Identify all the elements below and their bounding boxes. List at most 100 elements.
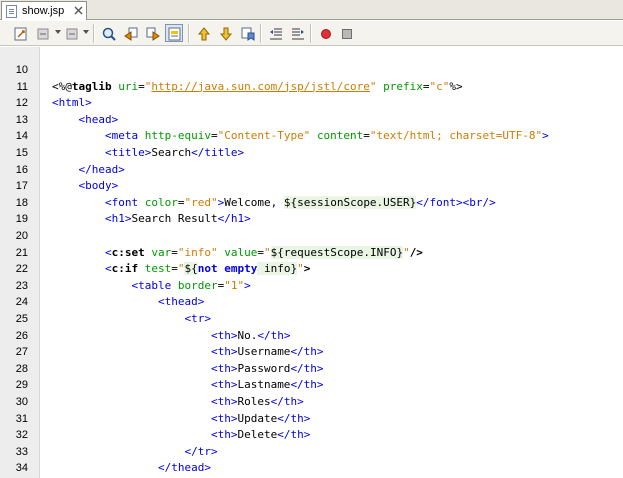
line-number: 32 xyxy=(15,429,28,442)
shift-right-icon[interactable] xyxy=(288,24,306,42)
next-bookmark-icon[interactable] xyxy=(216,24,234,42)
code-line[interactable]: 22 <c:if test="${not empty info}"> xyxy=(0,261,623,278)
code-line[interactable]: 31 <th>Update</th> xyxy=(0,411,623,428)
code-line[interactable]: 21 <c:set var="info" value="${requestSco… xyxy=(0,245,623,262)
code-token: <meta xyxy=(104,129,139,143)
toolbar-separator xyxy=(260,24,261,43)
record-macro-icon[interactable] xyxy=(316,24,334,42)
find-previous-icon[interactable] xyxy=(121,24,139,42)
code-text: <thead> xyxy=(52,294,204,311)
code-line[interactable]: 14 <meta http-equiv="Content-Type" conte… xyxy=(0,128,623,145)
code-line[interactable]: 10 xyxy=(0,62,623,79)
code-line[interactable]: 11 <%@taglib uri="http://java.sun.com/jsp… xyxy=(0,79,623,96)
code-token: ${sessionScope.USER} xyxy=(283,195,417,209)
line-number: 13 xyxy=(15,113,28,126)
code-token: test xyxy=(144,262,172,276)
code-line[interactable]: 32 <th>Delete</th> xyxy=(0,427,623,444)
code-line[interactable]: 20 xyxy=(0,228,623,245)
code-token: value xyxy=(224,245,258,259)
code-token: color xyxy=(144,195,178,209)
code-token: </head> xyxy=(78,162,125,176)
code-token: > xyxy=(244,278,251,292)
tab-title: show.jsp xyxy=(22,5,65,17)
code-token: > xyxy=(542,129,549,143)
find-selection-icon[interactable] xyxy=(99,24,117,42)
code-text: </tr> xyxy=(52,444,217,461)
close-icon[interactable] xyxy=(74,6,83,15)
code-token: < xyxy=(104,245,112,259)
code-token: <font xyxy=(104,195,139,209)
code-line[interactable]: 30 <th>Roles</th> xyxy=(0,394,623,411)
last-edit-icon[interactable] xyxy=(11,24,29,42)
code-line[interactable]: 19 <h1>Search Result</h1> xyxy=(0,211,623,228)
tab-show-jsp[interactable]: show.jsp xyxy=(1,1,87,20)
toggle-bookmark-icon[interactable] xyxy=(238,24,256,42)
code-text: <font color="red">Welcome, ${sessionScop… xyxy=(52,195,496,212)
code-line[interactable]: 26 <th>No.</th> xyxy=(0,328,623,345)
code-text: <title>Search</title> xyxy=(52,145,244,162)
code-line[interactable]: 17 <body> xyxy=(0,178,623,195)
back-dropdown-icon[interactable] xyxy=(55,30,61,34)
code-token: </th> xyxy=(290,378,324,392)
line-number: 22 xyxy=(15,263,28,276)
code-line[interactable]: 16 </head> xyxy=(0,162,623,179)
code-text: <html> xyxy=(52,95,92,112)
toolbar-separator xyxy=(310,24,311,43)
code-line[interactable]: 29 <th>Lastname</th> xyxy=(0,377,623,394)
code-line[interactable]: 23 <table border="1"> xyxy=(0,278,623,295)
code-token: <%@ xyxy=(52,79,72,93)
code-token: </th> xyxy=(290,345,324,359)
toggle-highlight-icon[interactable] xyxy=(165,24,183,42)
code-line[interactable]: 24 <thead> xyxy=(0,294,623,311)
code-text: <head> xyxy=(52,112,119,129)
back-icon[interactable] xyxy=(34,24,52,42)
code-token: </title> xyxy=(191,146,245,159)
line-number: 20 xyxy=(15,230,28,242)
shift-left-icon[interactable] xyxy=(266,24,284,42)
code-line[interactable]: 33 </tr> xyxy=(0,444,623,461)
editor-toolbar xyxy=(0,21,623,46)
find-next-icon[interactable] xyxy=(143,24,161,42)
code-line[interactable]: 12 <html> xyxy=(0,95,623,112)
code-line[interactable]: 15 <title>Search</title> xyxy=(0,145,623,162)
code-line[interactable]: 25 <tr> xyxy=(0,311,623,328)
code-token: <html> xyxy=(52,96,92,110)
line-number: 15 xyxy=(15,147,28,159)
line-number: 10 xyxy=(15,64,28,76)
code-text: <tr> xyxy=(52,311,211,328)
line-number: 19 xyxy=(15,213,28,226)
code-line[interactable]: 18 <font color="red">Welcome, ${sessionS… xyxy=(0,195,623,212)
code-line[interactable]: 13 <head> xyxy=(0,112,623,129)
code-editor[interactable]: 10 11 <%@taglib uri="http://java.sun.com/j… xyxy=(0,47,623,478)
prev-bookmark-icon[interactable] xyxy=(194,24,212,42)
code-token: Delete xyxy=(237,428,278,442)
code-token: <thead> xyxy=(157,295,205,309)
code-token: = xyxy=(171,262,178,276)
code-line[interactable]: 28 <th>Password</th> xyxy=(0,361,623,378)
code-line[interactable]: 34 </thead> xyxy=(0,460,623,477)
line-number: 27 xyxy=(15,346,28,359)
line-number: 30 xyxy=(15,396,28,408)
code-text: </head> xyxy=(52,162,125,179)
stop-macro-icon[interactable] xyxy=(337,24,355,42)
line-number: 24 xyxy=(15,296,28,309)
code-token: "red" xyxy=(184,195,218,209)
forward-icon[interactable] xyxy=(62,24,80,42)
code-line[interactable]: 27 <th>Username</th> xyxy=(0,344,623,361)
forward-dropdown-icon[interactable] xyxy=(83,30,89,34)
line-number: 31 xyxy=(15,412,28,425)
line-number: 34 xyxy=(15,462,28,475)
code-text: <th>Roles</th> xyxy=(52,394,304,411)
code-token: %> xyxy=(449,79,463,93)
code-token: <th> xyxy=(210,395,238,408)
code-token: "info" xyxy=(177,245,218,259)
code-token: c:set xyxy=(111,245,145,259)
